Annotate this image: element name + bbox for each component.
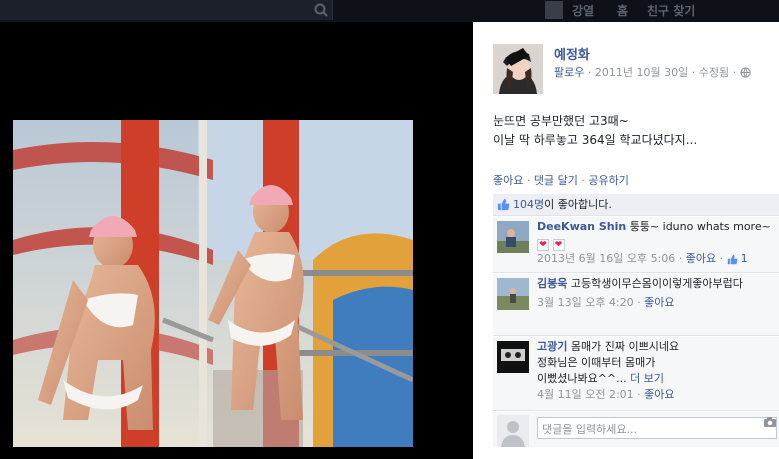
top-link-find-friends[interactable]: 친구 찾기 xyxy=(647,2,695,19)
commenter-avatar[interactable] xyxy=(497,221,529,253)
comment-meta: 4월 11일 오전 2:01 · 좋아요 xyxy=(537,387,775,403)
follow-link[interactable]: 팔로우 xyxy=(554,66,584,79)
comment-text: 이뻤셨나봐요^^... xyxy=(537,372,627,385)
comment-item: 고광기 몸매가 진짜 이쁘시네요 정화님은 이때부터 몸매가 이뻤셨나봐요^^.… xyxy=(493,337,779,411)
comment-body: 고광기 몸매가 진짜 이쁘시네요 정화님은 이때부터 몸매가 이뻤셨나봐요^^.… xyxy=(537,339,775,403)
comment-text: 몸매가 진짜 이쁘시네요 xyxy=(570,340,680,353)
author-name[interactable]: 예정화 xyxy=(554,44,590,63)
heart-emoji-icon: ❤ xyxy=(552,239,565,251)
comment-body: 김봉욱 고등학생이무슨몸이이렇게좋아부럽다 3월 13일 오후 4:20 · 좋… xyxy=(537,276,775,311)
thumbs-up-icon xyxy=(497,198,510,211)
camera-icon[interactable] xyxy=(763,416,777,428)
post-text-line: 이날 딱 하루놓고 364일 학교다녔다지... xyxy=(493,133,698,147)
viewer-avatar xyxy=(497,415,529,447)
globe-icon[interactable] xyxy=(739,67,751,78)
comment-timestamp[interactable]: 2013년 6월 16일 오후 5:06 xyxy=(537,252,675,265)
search-icon[interactable] xyxy=(313,2,329,18)
comment-timestamp[interactable]: 4월 11일 오전 2:01 xyxy=(537,388,634,401)
comment-timestamp[interactable]: 3월 13일 오후 4:20 xyxy=(537,296,634,309)
likes-suffix: 이 좋아합니다. xyxy=(544,198,612,211)
post-text: 눈뜨면 공부만했던 고3때~ 이날 딱 하루놓고 364일 학교다녔다지... xyxy=(493,112,697,150)
top-link-home[interactable]: 홈 xyxy=(617,2,628,19)
like-button[interactable]: 좋아요 xyxy=(493,174,523,187)
post-actions: 좋아요 · 댓글 달기 · 공유하기 xyxy=(493,172,629,188)
comment-composer: 댓글을 입력하세요... xyxy=(493,412,779,447)
comment-item: DeeKwan Shin 퉁퉁~ iduno whats more~ ❤ ❤ 2… xyxy=(493,217,779,273)
comment-like-button[interactable]: 좋아요 xyxy=(644,296,674,309)
top-profile-avatar[interactable] xyxy=(545,1,563,19)
comment-like-button[interactable]: 좋아요 xyxy=(686,252,716,265)
heart-emoji-icon: ❤ xyxy=(537,239,549,251)
share-button[interactable]: 공유하기 xyxy=(588,174,628,187)
photo-viewer xyxy=(0,22,473,459)
separator-dot: · xyxy=(587,66,595,79)
comment-meta: 3월 13일 오후 4:20 · 좋아요 xyxy=(537,295,775,311)
post-date[interactable]: 2011년 10월 30일 xyxy=(595,66,688,79)
separator-dot: · xyxy=(678,252,686,265)
commenter-avatar[interactable] xyxy=(497,341,529,373)
post-details-panel: 예정화 팔로우 · 2011년 10월 30일 · 수정됨 · 눈뜨면 공부만했… xyxy=(473,22,779,459)
comment-button[interactable]: 댓글 달기 xyxy=(534,174,578,187)
comment-text: 퉁퉁~ iduno whats more~ xyxy=(629,220,771,233)
commenter-name[interactable]: 고광기 xyxy=(537,340,567,353)
commenter-name[interactable]: 김봉욱 xyxy=(537,277,567,290)
separator-dot: · xyxy=(719,252,727,265)
edited-label[interactable]: 수정됨 xyxy=(699,66,729,79)
top-search-field[interactable] xyxy=(0,0,333,20)
thumbs-up-icon[interactable] xyxy=(727,254,738,265)
likes-count-link[interactable]: 104명 xyxy=(513,198,544,211)
post-photo[interactable] xyxy=(13,120,413,447)
comment-text: 정화님은 이때부터 몸매가 xyxy=(537,356,656,369)
comment-meta: 2013년 6월 16일 오후 5:06 · 좋아요 · 1 xyxy=(537,251,775,267)
comment-item: 김봉욱 고등학생이무슨몸이이렇게좋아부럽다 3월 13일 오후 4:20 · 좋… xyxy=(493,274,779,336)
top-navigation-bar: 강열 홈 친구 찾기 xyxy=(0,0,779,22)
likes-summary: 104명이 좋아합니다. xyxy=(493,194,779,216)
commenter-avatar[interactable] xyxy=(497,278,529,310)
post-text-line: 눈뜨면 공부만했던 고3때~ xyxy=(493,114,629,128)
comment-like-button[interactable]: 좋아요 xyxy=(644,388,674,401)
post-meta: 팔로우 · 2011년 10월 30일 · 수정됨 · xyxy=(554,64,751,80)
comment-body: DeeKwan Shin 퉁퉁~ iduno whats more~ ❤ ❤ 2… xyxy=(537,219,775,267)
comment-like-count[interactable]: 1 xyxy=(741,252,748,265)
comment-text-line: 이뻤셨나봐요^^... 더 보기 xyxy=(537,371,775,387)
top-link-profile[interactable]: 강열 xyxy=(572,2,594,19)
commenter-name[interactable]: DeeKwan Shin xyxy=(537,220,626,233)
author-avatar[interactable] xyxy=(493,44,543,94)
separator-dot: · xyxy=(732,66,740,79)
comment-input[interactable]: 댓글을 입력하세요... xyxy=(537,417,777,439)
see-more-link[interactable]: 더 보기 xyxy=(630,372,664,385)
separator-dot: · xyxy=(526,174,534,187)
comment-text: 고등학생이무슨몸이이렇게좋아부럽다 xyxy=(570,277,743,290)
separator-dot: · xyxy=(691,66,699,79)
